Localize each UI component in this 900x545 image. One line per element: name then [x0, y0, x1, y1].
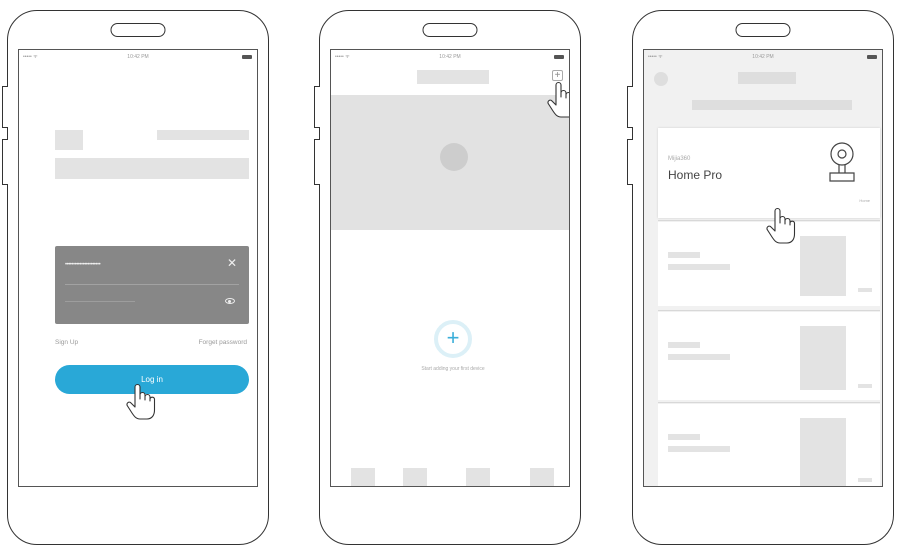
- image-placeholder: [800, 418, 846, 486]
- avatar-placeholder: [654, 72, 668, 86]
- speaker: [422, 23, 478, 37]
- side-button: [2, 86, 8, 128]
- speaker: [735, 23, 791, 37]
- hand-pointer-icon: [766, 206, 796, 246]
- text-placeholder: [668, 434, 700, 440]
- screen: ••••• ᯤ 10:42 PM •••••••••••••••••••••• …: [18, 49, 258, 487]
- battery-icon: [242, 55, 252, 59]
- text-placeholder: [668, 252, 700, 258]
- phone-login: ••••• ᯤ 10:42 PM •••••••••••••••••••••• …: [2, 10, 269, 545]
- add-device-caption: Start adding your first device: [421, 366, 485, 372]
- search-placeholder: [692, 100, 852, 110]
- status-time: 10:42 PM: [752, 54, 774, 60]
- device-name: Home Pro: [668, 168, 723, 182]
- image-placeholder: [800, 326, 846, 390]
- password-field[interactable]: ••••••••••••••••••••••: [65, 262, 101, 268]
- screen: ••••• ᯤ 10:42 PM + + Start adding your f…: [330, 49, 570, 487]
- forgot-password-link[interactable]: Forget password: [199, 339, 247, 346]
- phone-devices-empty: ••••• ᯤ 10:42 PM + + Start adding your f…: [314, 10, 581, 545]
- account-input[interactable]: [55, 158, 249, 179]
- confirm-password-field[interactable]: [65, 301, 135, 302]
- status-time: 10:42 PM: [439, 54, 461, 60]
- device-card[interactable]: [658, 404, 880, 486]
- text-placeholder: [668, 354, 730, 360]
- header-title-placeholder: [738, 72, 796, 84]
- status-time: 10:42 PM: [127, 54, 149, 60]
- banner-image-placeholder: [440, 143, 468, 171]
- device-card-featured[interactable]: Mijia360 Home Pro Home: [658, 128, 880, 218]
- divider: [658, 310, 880, 311]
- side-button: [627, 139, 633, 185]
- device-subtitle: Mijia360: [668, 156, 691, 162]
- side-button: [2, 139, 8, 185]
- status-bar: ••••• ᯤ 10:42 PM: [19, 54, 257, 64]
- divider: [658, 402, 880, 403]
- label-placeholder: [858, 478, 872, 482]
- side-button: [627, 86, 633, 128]
- text-placeholder: [668, 446, 730, 452]
- signal-indicator: ••••• ᯤ: [23, 54, 38, 60]
- speaker: [110, 23, 166, 37]
- side-button: [314, 86, 320, 128]
- camera-icon: [822, 140, 862, 192]
- tab-item[interactable]: [530, 468, 554, 486]
- eye-icon[interactable]: [225, 298, 235, 304]
- close-icon[interactable]: ✕: [227, 256, 237, 270]
- banner-placeholder: [331, 95, 569, 230]
- screen: ••••• ᯤ 10:42 PM Mijia360 Home Pro Home: [643, 49, 883, 487]
- title-placeholder: [157, 130, 249, 140]
- tab-item[interactable]: [351, 468, 375, 486]
- image-placeholder: [800, 236, 846, 296]
- divider: [65, 284, 239, 285]
- text-placeholder: [668, 264, 730, 270]
- password-panel[interactable]: •••••••••••••••••••••• ✕: [55, 246, 249, 324]
- tab-item[interactable]: [403, 468, 427, 486]
- battery-icon: [867, 55, 877, 59]
- tab-item[interactable]: [466, 468, 490, 486]
- logo-placeholder: [55, 130, 83, 150]
- header-title-placeholder: [417, 70, 489, 84]
- battery-icon: [554, 55, 564, 59]
- sign-up-link[interactable]: Sign Up: [55, 339, 78, 346]
- hand-pointer-icon: [547, 80, 569, 120]
- device-room: Home: [859, 198, 870, 203]
- label-placeholder: [858, 288, 872, 292]
- side-button: [314, 139, 320, 185]
- hand-pointer-icon: [126, 382, 156, 422]
- device-card[interactable]: [658, 312, 880, 400]
- signal-indicator: ••••• ᯤ: [335, 54, 350, 60]
- phone-device-list: ••••• ᯤ 10:42 PM Mijia360 Home Pro Home: [627, 10, 894, 545]
- signal-indicator: ••••• ᯤ: [648, 54, 663, 60]
- label-placeholder: [858, 384, 872, 388]
- text-placeholder: [668, 342, 700, 348]
- add-device-button[interactable]: +: [434, 320, 472, 358]
- status-bar: ••••• ᯤ 10:42 PM: [644, 54, 882, 64]
- status-bar: ••••• ᯤ 10:42 PM: [331, 54, 569, 64]
